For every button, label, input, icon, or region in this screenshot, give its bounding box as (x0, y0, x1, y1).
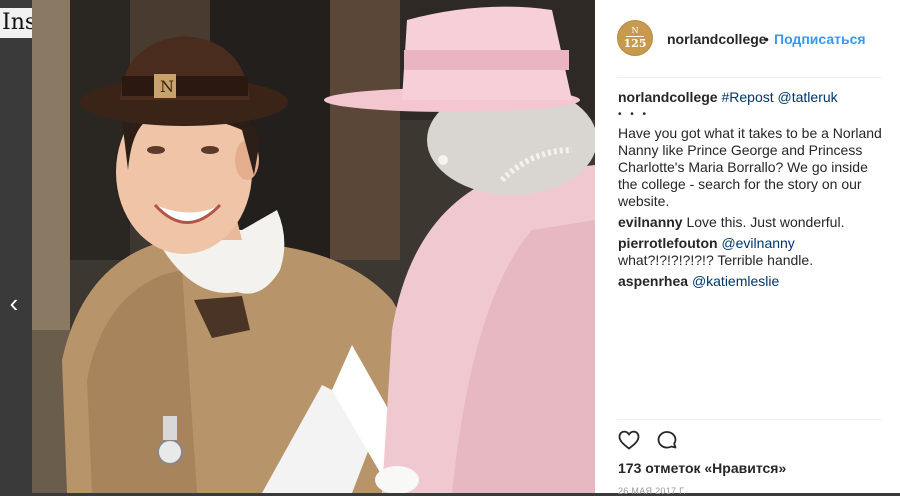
header-separator: • (764, 31, 769, 47)
comment-username-link[interactable]: pierrotlefouton (618, 235, 718, 251)
header-username-link[interactable]: norlandcollege (667, 31, 767, 47)
comment: aspenrhea @katiemleslie (618, 273, 888, 290)
actions-divider (617, 419, 882, 420)
post-side-panel: N 125 norlandcollege • Подписаться norla… (595, 0, 900, 496)
comment-text: what?!?!?!?!?!? Terrible handle. (618, 252, 814, 268)
header-divider (617, 77, 882, 78)
post-header: N 125 norlandcollege • Подписаться (595, 0, 900, 77)
comment: evilnanny Love this. Just wonderful. (618, 214, 888, 231)
follow-button[interactable]: Подписаться (774, 31, 866, 47)
comment-mention-link[interactable]: @katiemleslie (692, 273, 779, 289)
post-actions (617, 428, 679, 454)
caption: norlandcollege #Repost @tatleruk (618, 89, 888, 106)
likes-count[interactable]: 173 отметок «Нравится» (618, 460, 786, 476)
caption-mention-link[interactable]: @tatleruk (778, 89, 838, 105)
instagram-logo: Ins (0, 8, 34, 38)
heart-icon[interactable] (617, 428, 641, 452)
caption-ellipsis: • • • (618, 109, 650, 120)
post-image-illustration: N (32, 0, 595, 493)
comment-bubble-icon[interactable] (655, 428, 679, 452)
comment: pierrotlefouton @evilnanny what?!?!?!?!?… (618, 235, 888, 269)
avatar-number: 125 (623, 37, 647, 50)
post-image[interactable]: N (32, 0, 595, 493)
comment-username-link[interactable]: evilnanny (618, 214, 683, 230)
comments-list: norlandcollege #Repost @tatleruk • • • H… (618, 89, 888, 294)
comment-mention-link[interactable]: @evilnanny (721, 235, 794, 251)
comment-username-link[interactable]: aspenrhea (618, 273, 688, 289)
avatar-top-text: N (631, 26, 639, 35)
post-date[interactable]: 26 мая 2017 г. (618, 486, 686, 496)
caption-hashtag-link[interactable]: #Repost (721, 89, 773, 105)
comment-text: Love this. Just wonderful. (686, 214, 845, 230)
caption-username-link[interactable]: norlandcollege (618, 89, 718, 105)
avatar[interactable]: N 125 (617, 20, 653, 56)
backdrop (0, 38, 32, 493)
previous-post-arrow-icon[interactable]: ‹ (2, 288, 26, 318)
hat-badge-text: N (160, 77, 174, 96)
caption-text: Have you got what it takes to be a Norla… (618, 125, 882, 209)
